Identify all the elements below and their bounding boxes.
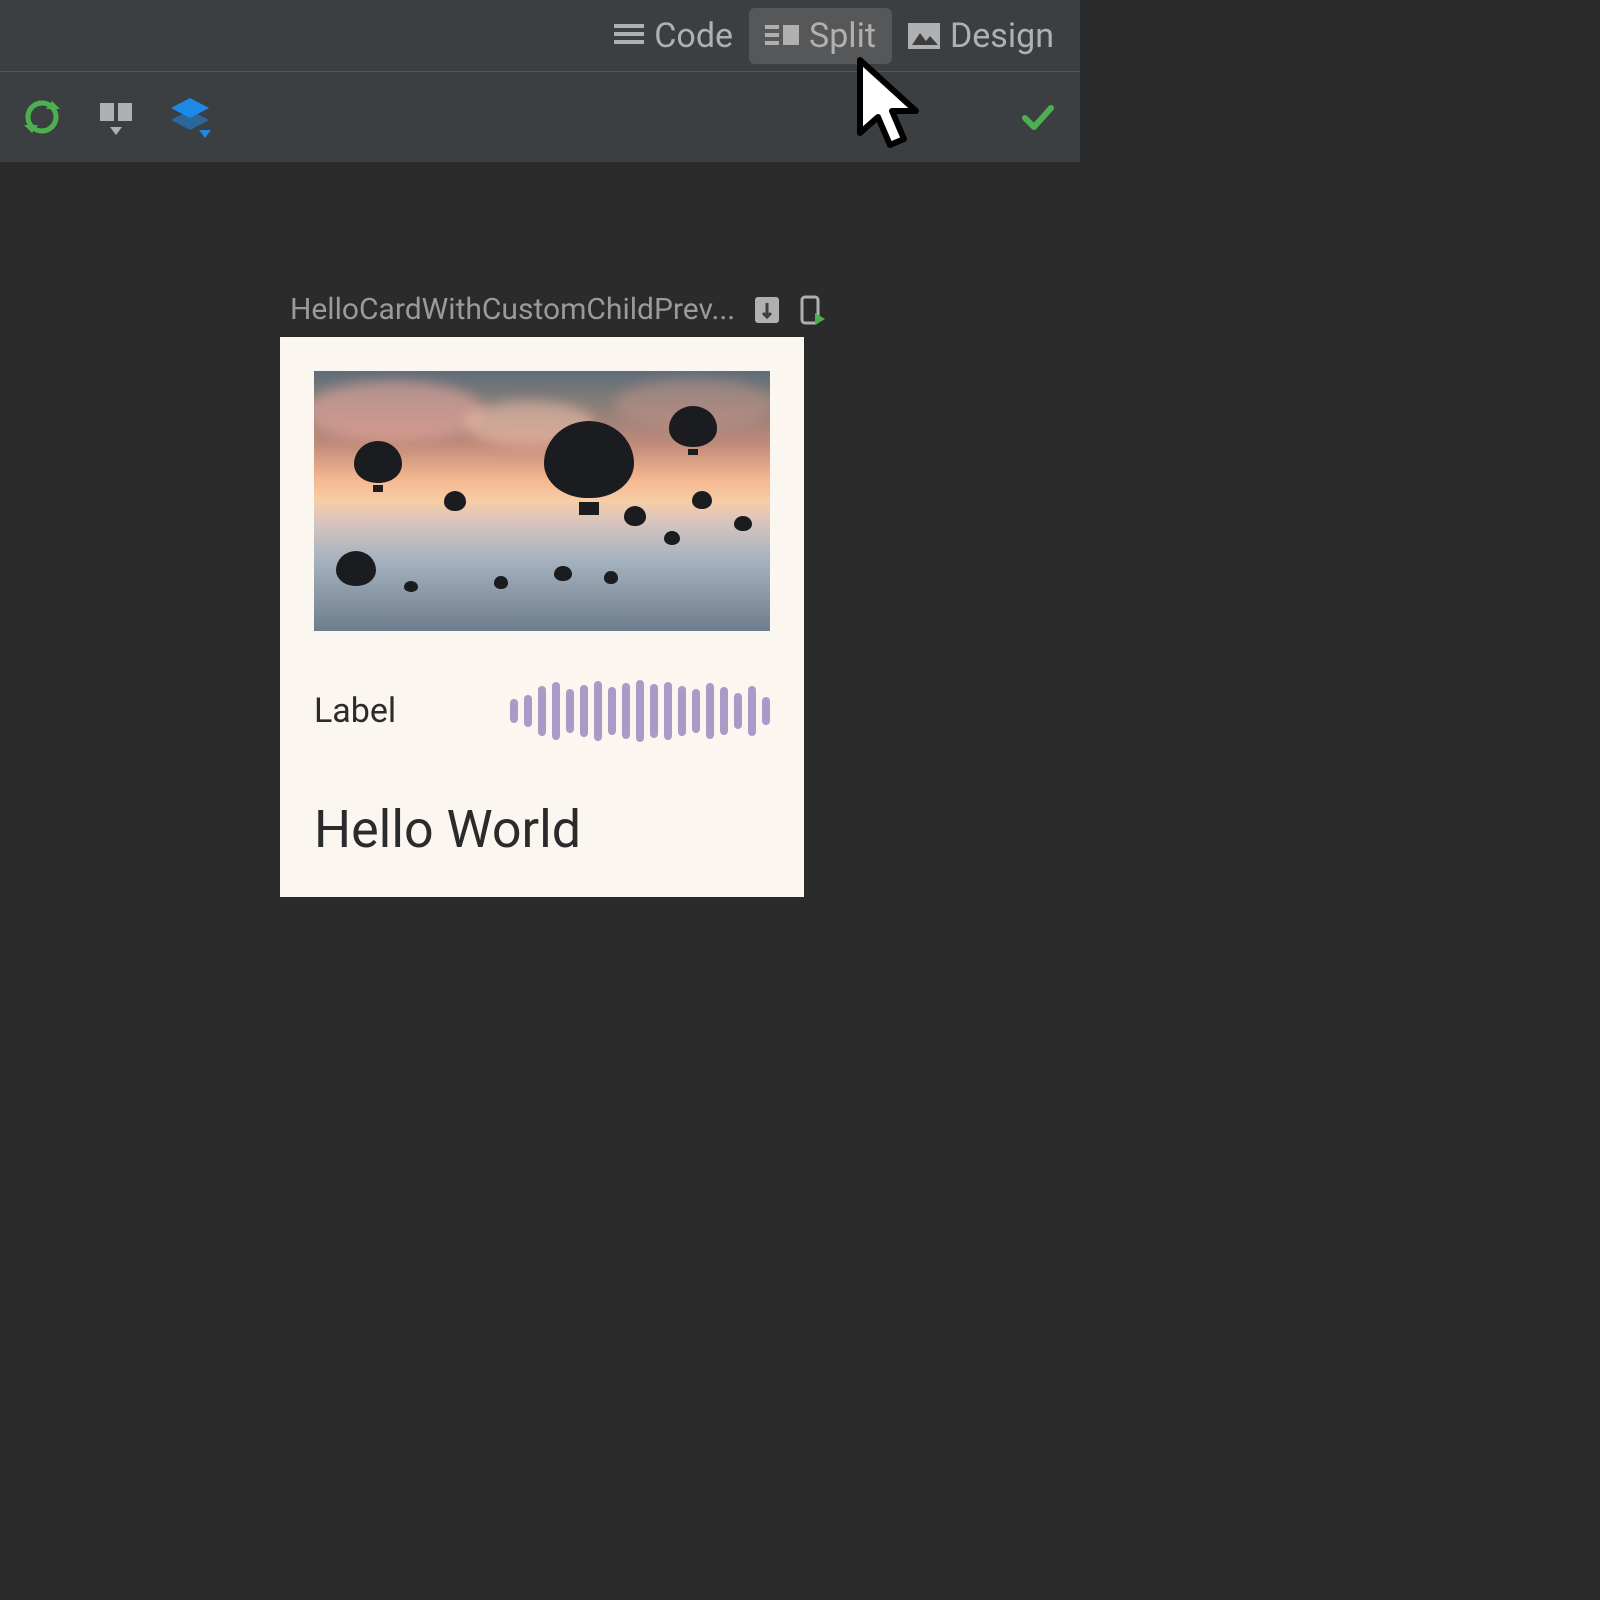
- design-mode-button[interactable]: Design: [892, 8, 1070, 64]
- hamburger-icon: [614, 22, 644, 50]
- layers-icon: [167, 94, 213, 140]
- refresh-icon: [22, 97, 62, 137]
- preview-header: HelloCardWithCustomChildPrev...: [290, 292, 825, 327]
- surface-icon: [96, 97, 136, 137]
- card-title: Hello World: [314, 799, 770, 860]
- interactive-preview-icon[interactable]: [753, 295, 781, 325]
- code-mode-button[interactable]: Code: [598, 8, 749, 64]
- split-view-icon: [765, 23, 799, 49]
- run-on-device-icon[interactable]: [799, 295, 825, 325]
- view-mode-bar: Code Split Design: [0, 0, 1080, 72]
- preview-name-label: HelloCardWithCustomChildPrev...: [290, 292, 735, 327]
- card-hero-image: [314, 371, 770, 631]
- checkmark-icon: [1019, 98, 1057, 136]
- preview-canvas[interactable]: HelloCardWithCustomChildPrev...: [0, 162, 1080, 1080]
- image-icon: [908, 23, 940, 49]
- surface-select-button[interactable]: [92, 93, 140, 141]
- preview-card: Label Hello World: [280, 337, 804, 897]
- waveform-graphic: [510, 679, 770, 743]
- design-mode-label: Design: [950, 16, 1054, 56]
- card-label: Label: [314, 691, 396, 731]
- split-mode-button[interactable]: Split: [749, 8, 892, 64]
- design-toolbar: [0, 72, 1080, 162]
- layers-button[interactable]: [166, 93, 214, 141]
- build-success-indicator[interactable]: [1014, 93, 1062, 141]
- code-mode-label: Code: [654, 16, 733, 56]
- refresh-button[interactable]: [18, 93, 66, 141]
- split-mode-label: Split: [809, 16, 876, 56]
